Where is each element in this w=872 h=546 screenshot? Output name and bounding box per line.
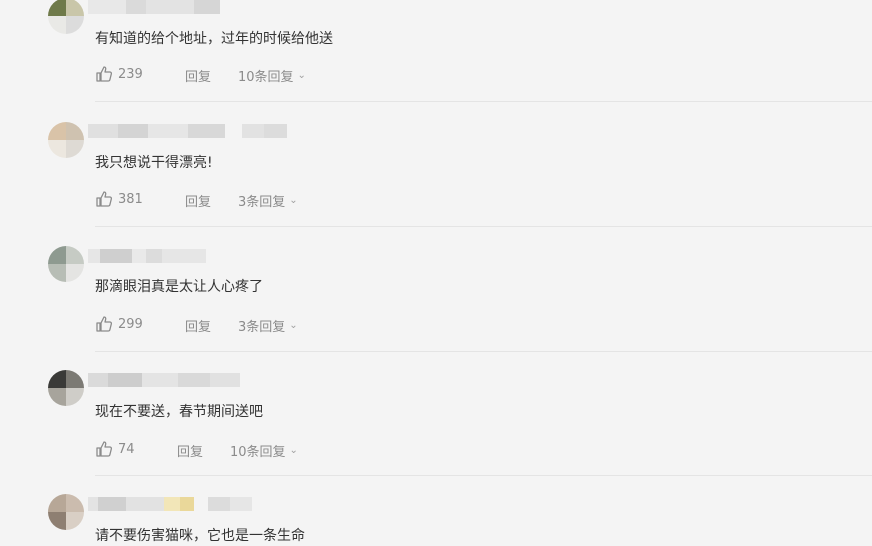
comment-text: 我只想说干得漂亮! <box>95 155 213 171</box>
comment-text: 现在不要送，春节期间送吧 <box>95 404 263 420</box>
comment-text: 请不要伤害猫咪，它也是一条生命 <box>95 528 305 544</box>
replies-count-label: 3条回复 <box>238 320 286 335</box>
username-blurred[interactable] <box>88 249 206 263</box>
thumbs-up-icon <box>96 191 113 207</box>
thumbs-up-icon <box>96 316 113 332</box>
chevron-down-icon: ⌄ <box>289 320 298 331</box>
reply-button[interactable]: 回复 <box>185 191 211 210</box>
avatar[interactable] <box>48 370 84 406</box>
view-replies-button[interactable]: 10条回复 ⌄ <box>230 441 298 460</box>
divider <box>95 351 872 352</box>
like-count: 74 <box>118 441 135 457</box>
replies-count-label: 3条回复 <box>238 195 286 210</box>
chevron-down-icon: ⌄ <box>289 195 298 206</box>
comment-item: 请不要伤害猫咪，它也是一条生命 <box>0 0 872 544</box>
divider <box>95 226 872 227</box>
avatar[interactable] <box>48 494 84 530</box>
username-blurred[interactable] <box>88 124 287 138</box>
reply-button[interactable]: 回复 <box>177 441 203 460</box>
avatar[interactable] <box>48 246 84 282</box>
divider <box>95 475 872 476</box>
username-blurred[interactable] <box>88 373 240 387</box>
like-count: 381 <box>118 191 143 207</box>
like-button[interactable]: 381 <box>95 190 143 208</box>
comment-text: 那滴眼泪真是太让人心疼了 <box>95 279 263 295</box>
view-replies-button[interactable]: 3条回复 ⌄ <box>238 316 298 335</box>
avatar[interactable] <box>48 122 84 158</box>
thumbs-up-icon <box>96 441 113 457</box>
like-button[interactable]: 299 <box>95 315 143 333</box>
replies-count-label: 10条回复 <box>230 445 286 460</box>
like-button[interactable]: 74 <box>95 440 135 458</box>
chevron-down-icon: ⌄ <box>289 445 298 456</box>
username-blurred[interactable] <box>88 497 252 511</box>
like-count: 299 <box>118 316 143 332</box>
view-replies-button[interactable]: 3条回复 ⌄ <box>238 191 298 210</box>
reply-button[interactable]: 回复 <box>185 316 211 335</box>
